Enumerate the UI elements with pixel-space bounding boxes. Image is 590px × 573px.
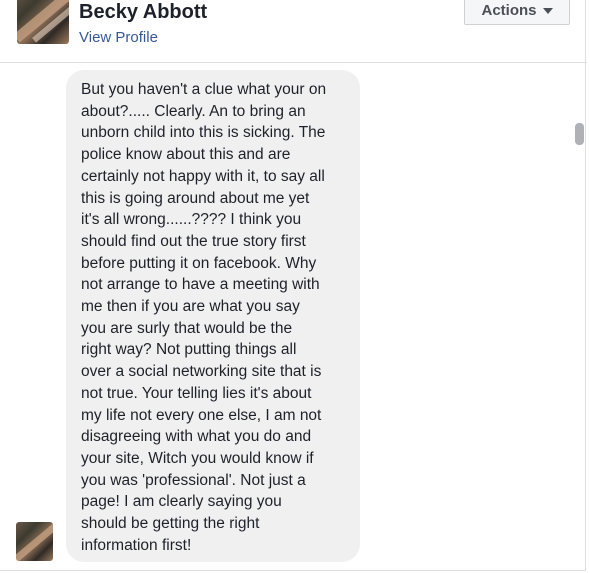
actions-label: Actions — [481, 1, 537, 19]
profile-avatar[interactable] — [17, 0, 69, 44]
contact-name[interactable]: Becky Abbott — [79, 1, 207, 24]
message-bubble: But you haven't a clue what your on abou… — [66, 70, 360, 562]
message-text: But you haven't a clue what your on abou… — [81, 81, 327, 554]
chat-panel: Becky Abbott View Profile Actions But yo… — [0, 0, 587, 571]
conversation-header: Becky Abbott View Profile Actions — [0, 0, 587, 63]
sender-avatar[interactable] — [16, 522, 53, 561]
actions-button[interactable]: Actions — [464, 0, 570, 25]
caret-down-icon — [542, 8, 553, 14]
scrollbar-thumb[interactable] — [575, 123, 584, 145]
view-profile-link[interactable]: View Profile — [79, 29, 158, 46]
